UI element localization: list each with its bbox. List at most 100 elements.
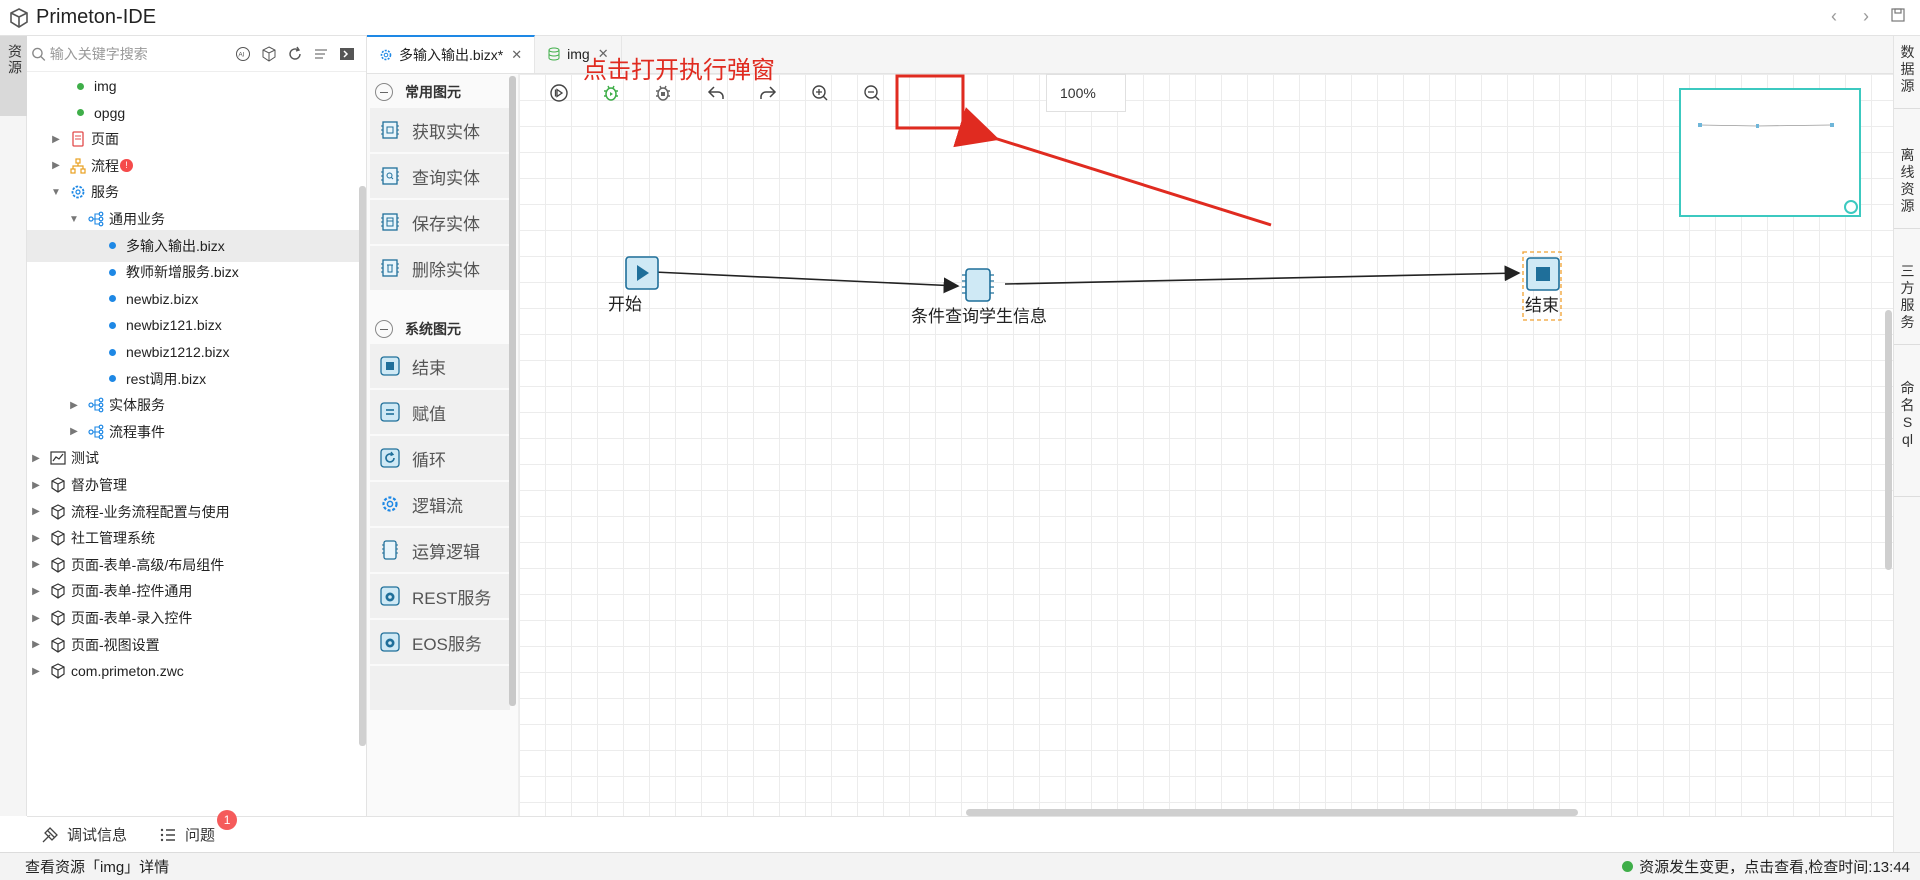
list-icon[interactable] (312, 45, 330, 63)
tab-named-sql[interactable]: 命名Sql (1894, 372, 1920, 497)
palette-item-delete-entity[interactable]: 删除实体 (370, 246, 510, 290)
edge-start-query[interactable] (653, 271, 960, 294)
palette-item-end[interactable]: 结束 (370, 344, 510, 388)
palette-item-query-entity[interactable]: 查询实体 (370, 154, 510, 198)
query-node[interactable] (962, 268, 994, 302)
tab-offline-resources[interactable]: 离线资源 (1894, 139, 1920, 229)
service-tree-icon (87, 396, 105, 414)
cube-icon (49, 662, 67, 680)
chevron-right-icon[interactable]: ▶ (29, 480, 43, 491)
assign-icon (380, 402, 400, 422)
chevron-right-icon[interactable]: ▶ (49, 134, 63, 145)
status-left[interactable]: 查看资源「img」详情 (25, 856, 169, 877)
right-tab-label: 命名Sql (1900, 380, 1915, 447)
dot-icon (109, 242, 116, 250)
chevron-down-icon[interactable]: ▼ (67, 214, 81, 225)
chevron-right-icon[interactable]: ▶ (49, 160, 63, 171)
tree-item-label: 通用业务 (109, 211, 165, 227)
chevron-down-icon[interactable]: ▼ (49, 187, 63, 198)
chevron-right-icon[interactable]: ▶ (29, 506, 43, 517)
explorer-scrollbar[interactable] (359, 186, 366, 746)
resource-explorer: AI img opgg ▶ 页面 ▶ 流程! ▼ 服务 ▼ 通用业务多输入输出.bizx 教师新增服… (27, 36, 367, 816)
tree-item-label: 流程事件 (109, 423, 165, 440)
gear-icon (69, 183, 87, 201)
tree-item-label: 服务 (91, 184, 119, 201)
end-node-label: 结束 (1525, 296, 1559, 315)
dot-icon (109, 375, 116, 383)
chevron-right-icon[interactable]: ▶ (67, 400, 81, 411)
search-input[interactable] (49, 45, 234, 62)
chevron-right-icon[interactable]: ▶ (29, 559, 43, 570)
service-tree-icon (87, 423, 105, 441)
status-right[interactable]: 资源发生变更，点击查看,检查时间:13:44 (1622, 856, 1910, 877)
back-icon[interactable]: ‹ (1824, 6, 1844, 27)
search-bar: AI (27, 36, 366, 72)
canvas-horizontal-scrollbar[interactable] (966, 809, 1578, 816)
collapse-icon[interactable] (338, 45, 356, 63)
chevron-right-icon[interactable]: ▶ (29, 453, 43, 464)
chevron-right-icon[interactable]: ▶ (29, 613, 43, 624)
palette-scrollbar[interactable] (509, 76, 516, 706)
tab-bizx[interactable]: 多输入输出.bizx* ✕ (367, 35, 536, 73)
tab-third-party-services[interactable]: 三方服务 (1894, 255, 1920, 345)
item-label: 保存实体 (412, 214, 480, 234)
tree-item[interactable]: ▶ com.primeton.zwc (27, 655, 363, 687)
chevron-right-icon[interactable]: ▶ (29, 639, 43, 650)
error-badge: ! (120, 159, 133, 173)
problems-tab[interactable]: 问题 1 (159, 810, 238, 845)
palette-item-get-entity[interactable]: 获取实体 (370, 108, 510, 152)
palette-item-save-entity[interactable]: 保存实体 (370, 200, 510, 244)
app-logo-icon (10, 7, 28, 28)
chevron-right-icon[interactable]: ▶ (29, 666, 43, 677)
collapse-icon[interactable] (375, 320, 393, 338)
palette-group-system[interactable]: 系统图元 (375, 319, 461, 339)
query-node-label: 条件查询学生信息 (911, 307, 1047, 326)
annotation-arrow (953, 107, 1272, 227)
cube-icon[interactable] (260, 45, 278, 63)
palette-item-more[interactable] (370, 666, 510, 710)
collapse-icon[interactable] (375, 83, 393, 101)
problems-label: 问题 (185, 827, 216, 844)
palette-group-common[interactable]: 常用图元 (375, 82, 461, 102)
palette-item-loop[interactable]: 循环 (370, 436, 510, 480)
forward-icon[interactable]: › (1856, 6, 1876, 27)
dot-icon (109, 295, 116, 303)
palette-item-rest-service[interactable]: REST服务 (370, 574, 510, 618)
editor-area: 多输入输出.bizx* ✕ img ✕ 常用图元 获取实体 查询实体 保存实体 (367, 35, 1893, 816)
tree-item-label: 测试 (71, 450, 99, 467)
dot-icon (109, 321, 116, 329)
palette-item-assign[interactable]: 赋值 (370, 390, 510, 434)
item-label: 结束 (412, 358, 446, 378)
start-node[interactable] (625, 256, 659, 290)
palette-item-calc-logic[interactable]: 运算逻辑 (370, 528, 510, 572)
cube-icon (49, 609, 67, 627)
tree-item-label: 流程-业务流程配置与使用 (71, 503, 230, 520)
bottom-panel: 调试信息 问题 1 (27, 810, 1893, 852)
dot-icon (77, 82, 84, 90)
edge-query-end[interactable] (1004, 265, 1521, 285)
item-label: REST服务 (412, 588, 492, 608)
palette-item-logic-flow[interactable]: 逻辑流 (370, 482, 510, 526)
stop-icon (380, 356, 400, 376)
dot-icon (77, 109, 84, 117)
gear-icon (380, 49, 392, 61)
minimap[interactable] (1679, 88, 1861, 217)
ai-icon[interactable]: AI (234, 45, 252, 63)
chevron-right-icon[interactable]: ▶ (29, 533, 43, 544)
close-icon[interactable]: ✕ (511, 47, 522, 63)
tree-item-label: 社工管理系统 (71, 530, 155, 547)
dot-icon (109, 348, 116, 356)
chevron-right-icon[interactable]: ▶ (29, 586, 43, 597)
svg-text:AI: AI (238, 51, 244, 58)
tab-resources[interactable]: 资源 (0, 36, 30, 116)
tab-datasource[interactable]: 数据源 (1894, 36, 1920, 109)
element-palette: 常用图元 获取实体 查询实体 保存实体 删除实体 系统图元 结束 赋值 循环 逻… (367, 74, 519, 816)
save-icon[interactable] (1888, 6, 1908, 27)
chevron-right-icon[interactable]: ▶ (67, 426, 81, 437)
debug-info-tab[interactable]: 调试信息 (41, 824, 127, 845)
refresh-icon[interactable] (286, 45, 304, 63)
canvas-vertical-scrollbar[interactable] (1885, 310, 1892, 570)
tree-item-label: 页面-表单-控件通用 (71, 583, 193, 600)
palette-item-eos-service[interactable]: EOS服务 (370, 620, 510, 664)
right-tab-label: 离线资源 (1900, 147, 1915, 214)
